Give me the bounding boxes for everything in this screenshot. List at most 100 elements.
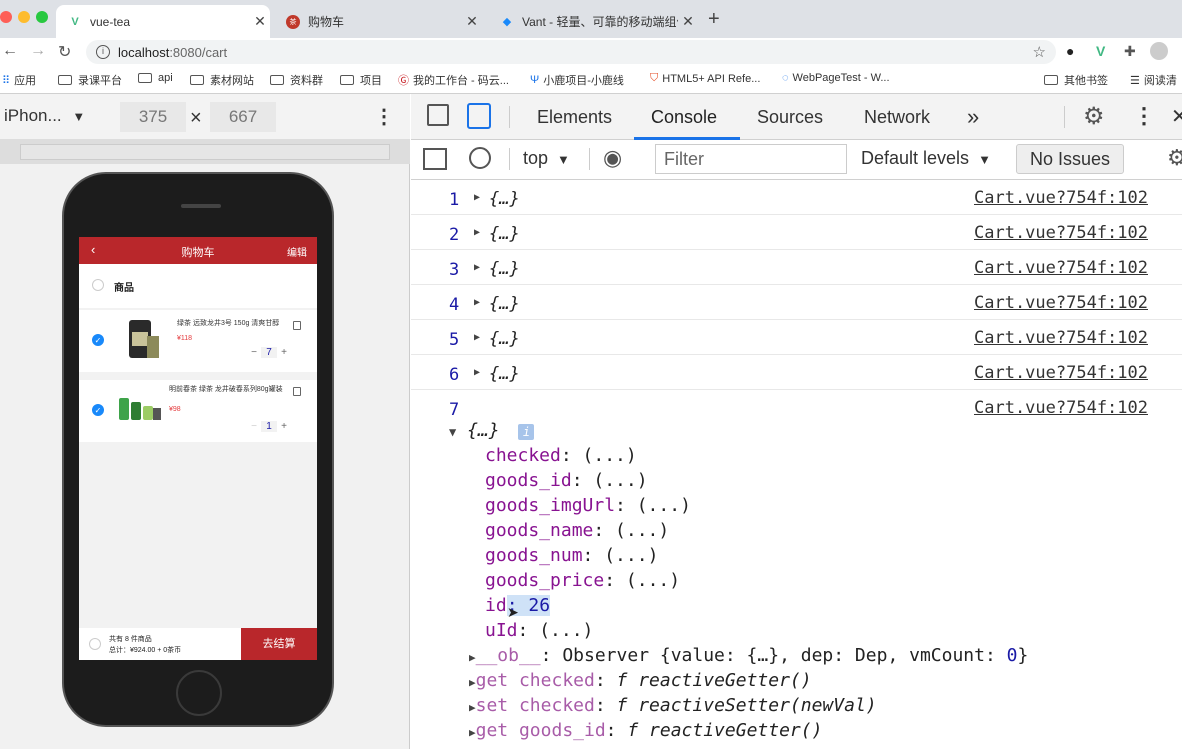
item-checkbox[interactable]: ✓ xyxy=(92,334,104,346)
property-value[interactable]: : (...) xyxy=(583,545,659,566)
trash-icon[interactable] xyxy=(293,387,301,396)
log-levels-select[interactable]: Default levels ▼ xyxy=(861,148,991,169)
height-input[interactable]: 667 xyxy=(210,102,276,132)
tab-console[interactable]: Console xyxy=(651,107,717,128)
extension-icon[interactable]: ● xyxy=(1066,43,1074,59)
bookmark-folder[interactable]: 资料群 xyxy=(270,72,323,88)
select-all-checkbox[interactable] xyxy=(89,638,101,650)
select-all-checkbox[interactable] xyxy=(92,279,104,291)
source-link[interactable]: Cart.vue?754f:102 xyxy=(974,328,1148,348)
bookmark-gitee[interactable]: Ⓖ 我的工作台 - 码云... xyxy=(398,72,509,88)
device-toggle-icon[interactable] xyxy=(467,103,491,129)
new-tab-button[interactable]: + xyxy=(708,8,720,31)
close-tab-icon[interactable]: ✕ xyxy=(250,13,270,30)
reload-icon[interactable]: ↻ xyxy=(58,42,71,62)
property-value[interactable]: : (...) xyxy=(593,520,669,541)
increase-button[interactable]: + xyxy=(277,421,291,432)
decrease-button[interactable]: − xyxy=(247,347,261,358)
property-row[interactable]: checked: (...) xyxy=(485,445,637,466)
property-row[interactable]: goods_imgUrl: (...) xyxy=(485,495,691,516)
property-row[interactable]: goods_price: (...) xyxy=(485,570,680,591)
tab-vant[interactable]: ◆ Vant - 轻量、可靠的移动端组件 ✕ xyxy=(488,5,698,38)
expand-triangle-icon[interactable]: ▶ xyxy=(469,726,476,739)
trash-icon[interactable] xyxy=(293,321,301,330)
property-value[interactable]: : (...) xyxy=(615,495,691,516)
increase-button[interactable]: + xyxy=(277,347,291,358)
bookmark-folder[interactable]: 素材网站 xyxy=(190,72,254,88)
filter-input[interactable]: Filter xyxy=(655,144,847,174)
property-value[interactable]: : (...) xyxy=(604,570,680,591)
extensions-puzzle-icon[interactable]: ✚ xyxy=(1124,43,1136,60)
checkout-button[interactable]: 去结算 xyxy=(241,628,317,660)
info-icon[interactable]: i xyxy=(96,45,110,59)
console-settings-gear-icon[interactable]: ⚙ xyxy=(1167,145,1182,171)
property-row[interactable]: goods_num: (...) xyxy=(485,545,658,566)
log-object[interactable]: {…} xyxy=(489,224,520,244)
log-object[interactable]: {…} xyxy=(489,329,520,349)
decrease-button[interactable]: − xyxy=(247,421,261,432)
source-link[interactable]: Cart.vue?754f:102 xyxy=(974,223,1148,243)
expand-triangle-icon[interactable]: ▶ xyxy=(474,262,480,273)
setter-row[interactable]: ▶set checked: f reactiveSetter(newVal) xyxy=(469,695,877,716)
log-object[interactable]: {…} xyxy=(489,294,520,314)
expand-triangle-icon[interactable]: ▶ xyxy=(474,332,480,343)
maximize-window-button[interactable] xyxy=(36,11,48,23)
observer-row[interactable]: ▶__ob__: Observer {value: {…}, dep: Dep,… xyxy=(469,645,1028,666)
bookmark-folder[interactable]: 录课平台 xyxy=(58,72,122,88)
source-link[interactable]: Cart.vue?754f:102 xyxy=(974,398,1148,418)
console-log-row[interactable]: 1 ▶ {…} Cart.vue?754f:102 xyxy=(411,180,1182,215)
collapse-triangle-icon[interactable]: ▼ xyxy=(449,425,456,439)
tab-cart[interactable]: 茶 购物车 ✕ xyxy=(274,5,482,38)
expand-triangle-icon[interactable]: ▶ xyxy=(474,367,480,378)
source-link[interactable]: Cart.vue?754f:102 xyxy=(974,293,1148,313)
width-input[interactable]: 375 xyxy=(120,102,186,132)
log-object[interactable]: {…} xyxy=(489,364,520,384)
url-bar[interactable]: i localhost:8080/cart ☆ xyxy=(86,40,1056,64)
expand-triangle-icon[interactable]: ▶ xyxy=(469,676,476,689)
expanded-object-header[interactable]: ▼ {…} i xyxy=(449,420,535,441)
edit-button[interactable]: 编辑 xyxy=(287,244,307,259)
expand-triangle-icon[interactable]: ▶ xyxy=(474,297,480,308)
console-log-row[interactable]: 3 ▶ {…} Cart.vue?754f:102 xyxy=(411,250,1182,285)
close-devtools-icon[interactable]: ✕ xyxy=(1171,104,1182,129)
tab-vue-tea[interactable]: V vue-tea ✕ xyxy=(56,5,270,38)
bookmark-webpagetest[interactable]: ◌ WebPageTest - W... xyxy=(782,72,890,84)
sidebar-toggle-icon[interactable] xyxy=(423,148,447,170)
profile-avatar-icon[interactable] xyxy=(1150,42,1168,60)
inspect-element-icon[interactable] xyxy=(427,104,449,126)
property-row[interactable]: goods_id: (...) xyxy=(485,470,648,491)
bookmark-folder[interactable]: api xyxy=(138,72,173,84)
bookmark-other[interactable]: 其他书签 xyxy=(1044,72,1108,88)
more-options-icon[interactable]: ⋮ xyxy=(1133,103,1155,129)
info-badge-icon[interactable]: i xyxy=(518,424,535,440)
tab-elements[interactable]: Elements xyxy=(537,107,612,128)
console-log-row[interactable]: 5 ▶ {…} Cart.vue?754f:102 xyxy=(411,320,1182,355)
log-object[interactable]: {…} xyxy=(489,189,520,209)
bookmark-reading-list[interactable]: ☰ 阅读清 xyxy=(1130,72,1177,88)
more-tabs-icon[interactable]: » xyxy=(967,104,979,130)
live-expression-eye-icon[interactable]: ◉ xyxy=(603,145,622,171)
property-value[interactable]: : (...) xyxy=(572,470,648,491)
expand-triangle-icon[interactable]: ▶ xyxy=(469,651,476,664)
quantity-value[interactable]: 7 xyxy=(261,347,277,358)
expand-triangle-icon[interactable]: ▶ xyxy=(474,192,480,203)
bookmark-apps[interactable]: ⠿ 应用 xyxy=(2,72,36,88)
back-arrow-icon[interactable]: ← xyxy=(2,42,18,60)
close-tab-icon[interactable]: ✕ xyxy=(462,13,482,30)
more-options-icon[interactable]: ⋮ xyxy=(374,104,394,129)
settings-gear-icon[interactable]: ⚙ xyxy=(1083,102,1105,131)
clear-console-icon[interactable] xyxy=(469,147,491,169)
expand-triangle-icon[interactable]: ▶ xyxy=(469,701,476,714)
context-select[interactable]: top ▼ xyxy=(523,148,570,169)
minimize-window-button[interactable] xyxy=(18,11,30,23)
bookmark-folder[interactable]: 项目 xyxy=(340,72,382,88)
property-row[interactable]: uId: (...) xyxy=(485,620,593,641)
bookmark-star-icon[interactable]: ☆ xyxy=(1033,43,1046,61)
expand-triangle-icon[interactable]: ▶ xyxy=(474,227,480,238)
property-value[interactable]: : (...) xyxy=(518,620,594,641)
device-select[interactable]: iPhon... ▼ xyxy=(4,106,85,126)
bookmark-xiaolu[interactable]: Ψ 小鹿项目-小鹿线 xyxy=(530,72,624,88)
vue-devtools-icon[interactable]: V xyxy=(1096,43,1105,59)
log-object[interactable]: {…} xyxy=(489,259,520,279)
item-checkbox[interactable]: ✓ xyxy=(92,404,104,416)
